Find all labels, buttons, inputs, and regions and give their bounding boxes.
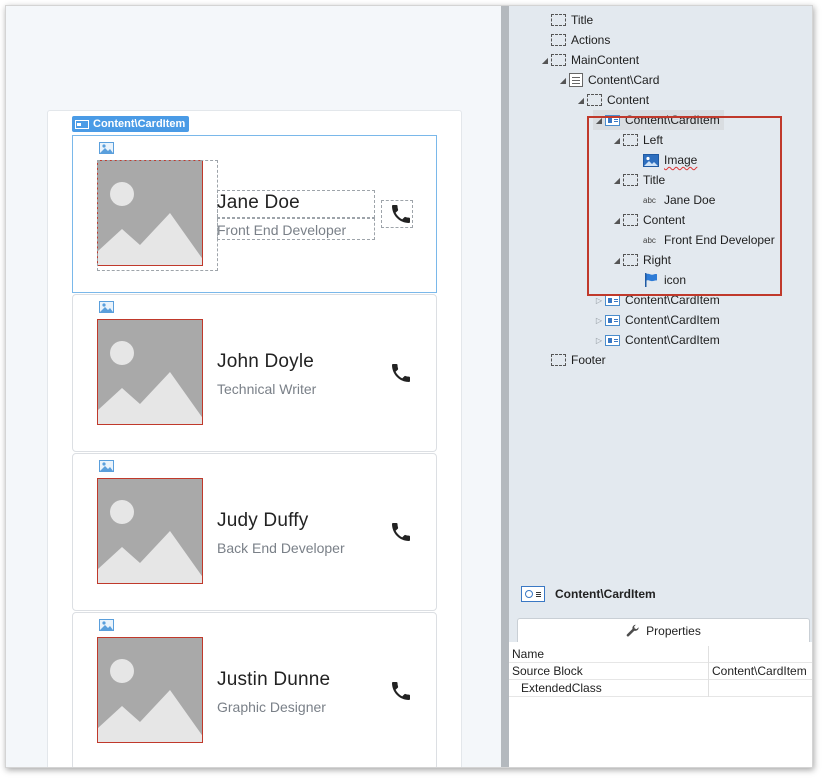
property-value[interactable]: Content\CardItem xyxy=(708,663,812,680)
app-window: Content\CardItem Jane Doe Front End Deve… xyxy=(5,5,813,768)
card-item[interactable]: John Doyle Technical Writer xyxy=(72,294,437,452)
property-value[interactable] xyxy=(708,646,812,663)
image-placeholder-icon xyxy=(99,619,114,631)
card-image[interactable] xyxy=(97,637,203,743)
property-value[interactable] xyxy=(708,680,812,697)
placeholder-icon xyxy=(551,14,566,26)
collapse-arrow-icon[interactable]: ▷ xyxy=(593,336,605,345)
properties-header: Content\CardItem xyxy=(509,571,812,617)
property-row-name[interactable]: Name xyxy=(509,646,812,663)
wrench-icon xyxy=(626,624,639,637)
tree-item-carditem[interactable]: ▷ Content\CardItem xyxy=(593,330,720,350)
properties-element-name: Content\CardItem xyxy=(555,587,656,601)
card-role: Back End Developer xyxy=(217,540,345,556)
expand-arrow-icon[interactable]: ◢ xyxy=(575,96,587,105)
panel-splitter[interactable] xyxy=(501,6,509,767)
block-icon xyxy=(75,119,89,129)
card-role: Front End Developer xyxy=(217,222,347,238)
card-name: Jane Doe xyxy=(217,192,300,213)
expand-arrow-icon[interactable]: ◢ xyxy=(539,56,551,65)
placeholder-icon xyxy=(587,94,602,106)
image-placeholder-icon xyxy=(99,142,114,154)
property-row-extendedclass[interactable]: ExtendedClass xyxy=(509,680,812,697)
tree-item-actions[interactable]: Actions xyxy=(539,30,610,50)
card-name: Justin Dunne xyxy=(217,669,331,690)
tab-properties[interactable]: Properties xyxy=(517,618,810,642)
phone-icon[interactable] xyxy=(389,520,413,544)
left-placeholder-outline xyxy=(97,160,218,271)
card-role: Graphic Designer xyxy=(217,699,326,715)
card-image[interactable] xyxy=(97,319,203,425)
phone-icon[interactable] xyxy=(389,202,413,226)
card-image[interactable] xyxy=(97,478,203,584)
phone-icon[interactable] xyxy=(389,361,413,385)
design-canvas[interactable]: Content\CardItem Jane Doe Front End Deve… xyxy=(6,6,501,767)
tree-item-content[interactable]: ◢ Content xyxy=(575,90,649,110)
selected-widget-tag[interactable]: Content\CardItem xyxy=(72,116,190,132)
list-icon xyxy=(569,73,583,87)
card-item[interactable]: Justin Dunne Graphic Designer xyxy=(72,612,437,767)
widget-tree: Title Actions ◢ MainContent ◢ Content\Ca… xyxy=(509,6,812,566)
highlight-box xyxy=(587,116,782,296)
placeholder-icon xyxy=(551,54,566,66)
card-name: Judy Duffy xyxy=(217,510,309,531)
properties-table: Name Source Block Content\CardItem Exten… xyxy=(509,642,812,767)
placeholder-icon xyxy=(551,354,566,366)
selected-widget-tag-label: Content\CardItem xyxy=(93,118,186,130)
card-item-selected[interactable]: Jane Doe Front End Developer xyxy=(72,135,437,293)
expand-arrow-icon[interactable]: ◢ xyxy=(557,76,569,85)
card-role: Technical Writer xyxy=(217,381,317,397)
card-item[interactable]: Judy Duffy Back End Developer xyxy=(72,453,437,611)
image-placeholder-icon xyxy=(99,301,114,313)
collapse-arrow-icon[interactable]: ▷ xyxy=(593,296,605,305)
collapse-arrow-icon[interactable]: ▷ xyxy=(593,316,605,325)
placeholder-icon xyxy=(551,34,566,46)
tree-item-maincontent[interactable]: ◢ MainContent xyxy=(539,50,639,70)
right-panel: Title Actions ◢ MainContent ◢ Content\Ca… xyxy=(509,6,812,767)
tree-item-title[interactable]: Title xyxy=(539,10,593,30)
card-name: John Doyle xyxy=(217,351,315,372)
block-icon xyxy=(605,314,620,326)
block-icon xyxy=(605,294,620,306)
property-row-source-block[interactable]: Source Block Content\CardItem xyxy=(509,663,812,680)
block-icon xyxy=(605,334,620,346)
tree-item-footer[interactable]: Footer xyxy=(539,350,606,370)
tree-item-content-card[interactable]: ◢ Content\Card xyxy=(557,70,659,90)
phone-icon[interactable] xyxy=(389,679,413,703)
image-placeholder-icon xyxy=(99,460,114,472)
tree-item-carditem[interactable]: ▷ Content\CardItem xyxy=(593,310,720,330)
block-instance-icon xyxy=(521,586,545,602)
